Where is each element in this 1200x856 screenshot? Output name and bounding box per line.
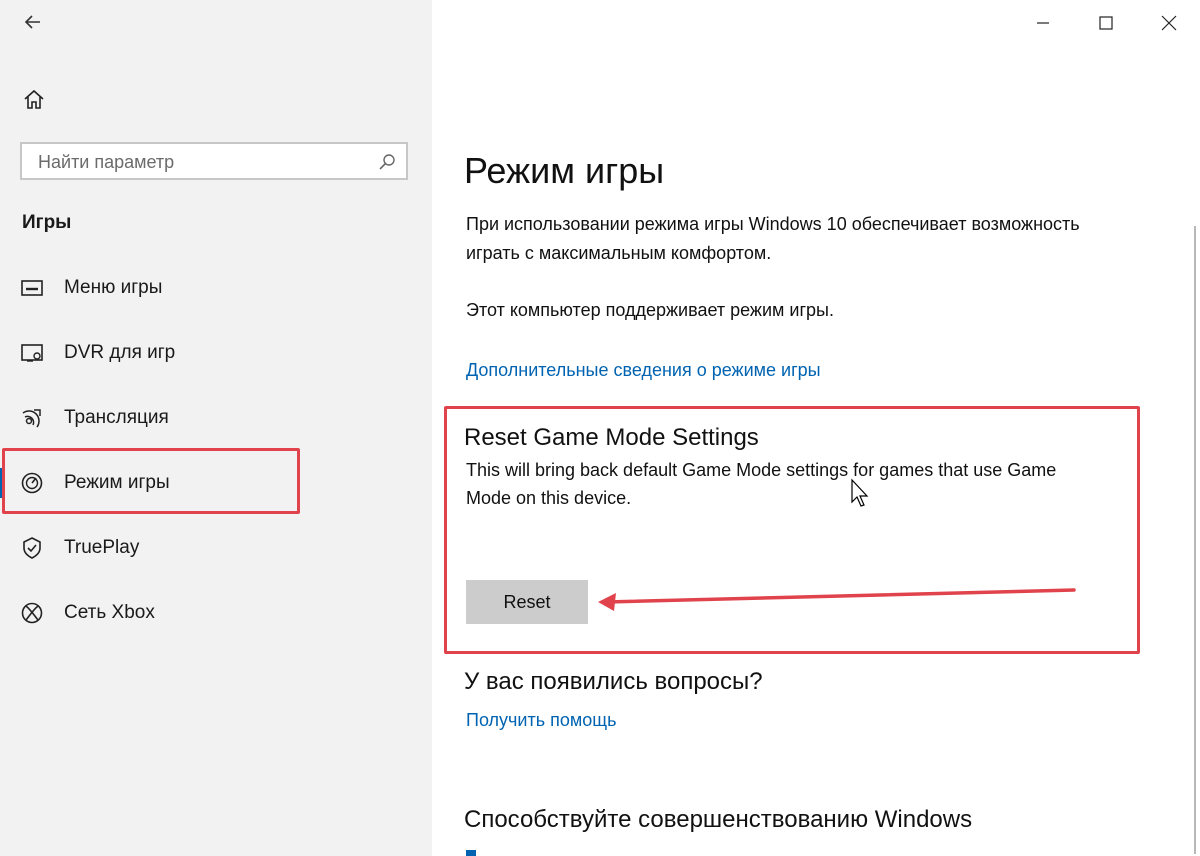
sidebar-item-trueplay[interactable]: TruePlay bbox=[0, 519, 432, 577]
sidebar: Игры Меню игры DVR для игр Трансляция Ре… bbox=[0, 0, 432, 856]
broadcast-icon bbox=[22, 409, 41, 428]
back-button[interactable] bbox=[20, 8, 48, 36]
annotation-highlight-box bbox=[2, 448, 300, 514]
home-icon bbox=[24, 89, 44, 109]
trueplay-icon bbox=[23, 537, 41, 559]
support-status-text: Этот компьютер поддерживает режим игры. bbox=[466, 300, 834, 320]
mouse-cursor-icon bbox=[851, 478, 869, 507]
reset-section-description: This will bring back default Game Mode s… bbox=[466, 460, 1057, 508]
search-input[interactable] bbox=[36, 150, 360, 174]
improve-windows-heading: Способствуйте совершенствованию Windows bbox=[464, 806, 973, 833]
scrollbar[interactable] bbox=[1194, 226, 1196, 854]
sidebar-item-label: Сеть Xbox bbox=[64, 602, 155, 623]
annotation-arrow bbox=[598, 588, 1076, 611]
game-bar-icon bbox=[21, 280, 43, 296]
reset-section-title: Reset Game Mode Settings bbox=[464, 424, 759, 451]
main-content: Режим игры При использовании режима игры… bbox=[432, 0, 1200, 856]
sidebar-item-game-bar[interactable]: Меню игры bbox=[0, 259, 432, 317]
search-box[interactable] bbox=[20, 142, 408, 180]
home-button[interactable] bbox=[20, 86, 48, 114]
xbox-icon bbox=[21, 602, 43, 624]
sidebar-item-xbox-network[interactable]: Сеть Xbox bbox=[0, 584, 432, 642]
get-help-link[interactable]: Получить помощь bbox=[466, 710, 616, 731]
arrow-left-icon bbox=[24, 15, 40, 29]
questions-heading: У вас появились вопросы? bbox=[464, 668, 763, 695]
sidebar-item-game-dvr[interactable]: DVR для игр bbox=[0, 324, 432, 382]
sidebar-item-label: Меню игры bbox=[64, 277, 163, 298]
game-dvr-icon bbox=[21, 344, 43, 362]
game-mode-description: При использовании режима игры Windows 10… bbox=[466, 214, 1080, 263]
search-icon[interactable] bbox=[378, 153, 396, 171]
reset-button[interactable]: Reset bbox=[466, 580, 588, 624]
sidebar-item-label: Трансляция bbox=[64, 407, 169, 428]
sidebar-item-label: DVR для игр bbox=[64, 342, 176, 363]
sidebar-section-title: Игры bbox=[22, 212, 72, 233]
sidebar-item-label: TruePlay bbox=[64, 537, 140, 558]
feedback-link-partial[interactable] bbox=[466, 850, 476, 856]
sidebar-item-broadcast[interactable]: Трансляция bbox=[0, 389, 432, 447]
more-info-link[interactable]: Дополнительные сведения о режиме игры bbox=[466, 360, 821, 381]
page-title: Режим игры bbox=[464, 150, 665, 191]
